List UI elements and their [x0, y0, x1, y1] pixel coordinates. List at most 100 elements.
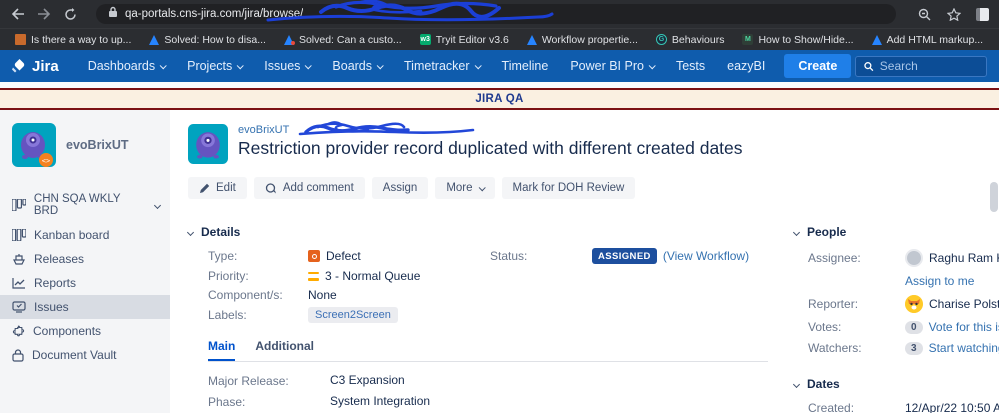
reload-icon[interactable] — [62, 6, 78, 22]
bookmark-item[interactable]: Solved: How to disa... — [142, 32, 273, 48]
atlassian-dot-icon — [283, 34, 295, 45]
defect-type-icon — [308, 250, 320, 262]
created-label: Created: — [808, 401, 855, 413]
priority-icon — [308, 271, 319, 281]
sidebar-item-document-vault[interactable]: Document Vault — [0, 343, 170, 367]
status-value: ASSIGNED (View Workflow) — [592, 248, 780, 264]
sidebar-item-kanban-board[interactable]: Kanban board — [0, 223, 170, 247]
nav-timeline[interactable]: Timeline — [493, 54, 558, 78]
forward-icon[interactable] — [36, 6, 52, 22]
bookmark-item[interactable]: w3 Tryit Editor v3.6 — [413, 32, 516, 48]
components-icon — [12, 325, 25, 336]
jira-logo[interactable]: Jira — [12, 58, 59, 75]
watch-link[interactable]: Start watching this is — [929, 341, 999, 355]
assign-button[interactable]: Assign — [371, 177, 429, 199]
project-name: evoBrixUT — [66, 138, 129, 152]
view-workflow-link[interactable]: (View Workflow) — [663, 249, 749, 263]
issue-title: Restriction provider record duplicated w… — [238, 138, 743, 158]
dates-section-header[interactable]: Dates — [792, 377, 999, 391]
comment-icon — [265, 182, 276, 193]
issue-header: evoBrixUT Restriction provider record du… — [188, 121, 999, 164]
chevron-down-icon — [648, 61, 656, 69]
field-value: C3 Expansion — [330, 373, 405, 387]
ship-icon — [13, 254, 25, 265]
details-section-header[interactable]: Details — [186, 225, 780, 239]
nav-tests[interactable]: Tests — [667, 54, 714, 78]
chevron-down-icon — [153, 201, 162, 209]
breadcrumb-project-link[interactable]: evoBrixUT — [238, 124, 289, 136]
lock-icon — [108, 5, 118, 23]
type-value: Defect — [308, 249, 490, 263]
nav-powerbi[interactable]: Power BI Pro — [561, 54, 663, 78]
nav-issues[interactable]: Issues — [255, 54, 319, 78]
vote-link[interactable]: Vote for this issue — [929, 320, 999, 334]
nav-boards[interactable]: Boards — [323, 54, 391, 78]
atlassian-icon — [871, 34, 882, 45]
collapse-icon — [186, 228, 195, 236]
project-avatar: <> — [12, 123, 56, 167]
bookmark-item[interactable]: Workflow propertie... — [520, 32, 645, 48]
more-button[interactable]: More — [435, 177, 495, 199]
issues-icon — [12, 301, 26, 313]
add-comment-button[interactable]: Add comment — [253, 177, 365, 199]
chart-icon — [12, 278, 25, 289]
nav-timetracker[interactable]: Timetracker — [395, 54, 489, 78]
tab-additional[interactable]: Additional — [255, 339, 314, 361]
field-label: Major Release: — [208, 374, 289, 388]
nav-eazybi[interactable]: eazyBI — [718, 54, 774, 78]
environment-banner: JIRA QA — [0, 88, 999, 110]
bookmark-star-icon[interactable] — [946, 6, 962, 22]
nav-projects[interactable]: Projects — [178, 54, 251, 78]
tab-main[interactable]: Main — [208, 339, 236, 361]
page-orange-icon — [15, 34, 26, 45]
url-text: qa-portals.cns-jira.com/jira/browse/ — [125, 8, 304, 20]
bookmark-item[interactable]: G Behaviours — [649, 32, 732, 48]
search-input[interactable] — [879, 59, 978, 73]
details-grid: Type: Defect Status: ASSIGNED (View Work… — [208, 248, 780, 323]
reporter-avatar — [905, 295, 923, 313]
assign-to-me-link[interactable]: Assign to me — [905, 274, 974, 288]
project-sidebar: <> evoBrixUT CHN SQA WKLY BRD Kanban boa… — [0, 110, 170, 413]
bookmark-item[interactable]: Solved: ScriptRunn... — [994, 32, 999, 48]
create-button[interactable]: Create — [784, 54, 852, 78]
chevron-down-icon — [305, 61, 313, 69]
dates-grid: Created: 12/Apr/22 10:50 AM Updated: 27/… — [808, 401, 999, 413]
sidebar-item-issues[interactable]: Issues — [0, 295, 170, 319]
bookmark-item[interactable]: Is there a way to up... — [8, 32, 138, 48]
collapse-icon — [792, 380, 801, 388]
sidebar-item-components[interactable]: Components — [0, 319, 170, 343]
board-name: CHN SQA WKLY BRD — [33, 193, 121, 217]
sidebar-item-releases[interactable]: Releases — [0, 247, 170, 271]
bookmark-item[interactable]: Solved: Can a custo... — [277, 32, 409, 48]
chevron-down-icon — [474, 61, 482, 69]
project-header[interactable]: <> evoBrixUT — [0, 123, 170, 171]
components-label: Component/s: — [208, 288, 283, 302]
chevron-down-icon — [478, 183, 486, 191]
chevron-down-icon — [159, 61, 167, 69]
address-bar[interactable]: qa-portals.cns-jira.com/jira/browse/ — [96, 0, 896, 24]
back-icon[interactable] — [10, 6, 26, 22]
nav-dashboards[interactable]: Dashboards — [79, 54, 174, 78]
edit-button[interactable]: Edit — [188, 177, 247, 199]
board-selector[interactable]: CHN SQA WKLY BRD — [0, 187, 170, 223]
doh-review-button[interactable]: Mark for DOH Review — [501, 177, 636, 199]
label-chip[interactable]: Screen2Screen — [308, 307, 398, 323]
search-box[interactable] — [855, 55, 987, 77]
bookmark-item[interactable]: M How to Show/Hide... — [735, 32, 860, 48]
sidebar-item-reports[interactable]: Reports — [0, 271, 170, 295]
field-value: System Integration — [330, 394, 431, 409]
w3schools-icon: w3 — [419, 34, 431, 45]
bookmark-item[interactable]: Add HTML markup... — [865, 32, 990, 48]
search-icon — [864, 61, 874, 71]
collapse-icon — [792, 228, 801, 236]
type-label: Type: — [208, 249, 238, 263]
people-section-header[interactable]: People — [792, 225, 999, 239]
profile-icon[interactable] — [976, 7, 989, 21]
atlassian-icon — [149, 34, 160, 45]
jira-navbar: Jira Dashboards Projects Issues Boards T… — [0, 50, 999, 82]
scrollbar[interactable] — [990, 182, 998, 212]
issue-avatar — [188, 124, 228, 164]
field-tabs: Main Additional — [208, 339, 768, 362]
browser-toolbar: qa-portals.cns-jira.com/jira/browse/ — [0, 0, 999, 28]
zoom-icon[interactable] — [916, 6, 932, 22]
